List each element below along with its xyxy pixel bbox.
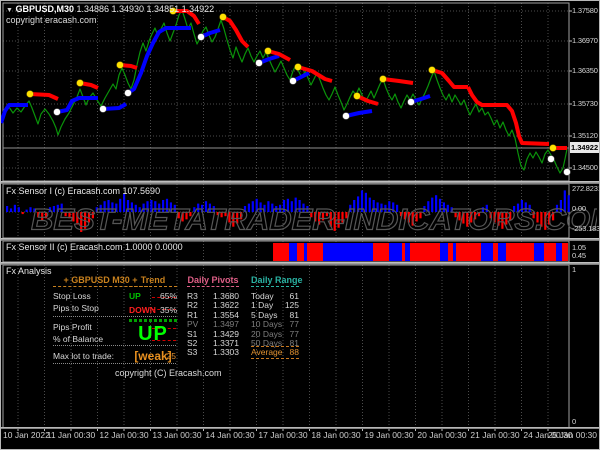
trend-strength-bar <box>129 319 177 322</box>
price-scale-label: 1.37580 <box>572 6 598 15</box>
trend-direction-big: UP <box>138 323 168 345</box>
time-axis-label: 25 Jan 00:30 <box>547 430 597 440</box>
ohlc-quotes: 1.34886 1.34930 1.34851 1.34922 <box>76 4 215 14</box>
time-axis-label: 19 Jan 00:30 <box>364 430 414 440</box>
time-axis-label: 21 Jan 00:30 <box>470 430 520 440</box>
sensor1-scale-label: -253.1837 <box>572 224 600 233</box>
time-axis-label: 10 Jan 2022 <box>3 430 50 440</box>
price-scale-label: 1.34500 <box>572 163 598 172</box>
symbol-period-label: GBPUSD,M30 <box>15 4 74 14</box>
trend-up-label: UP <box>129 291 141 301</box>
time-axis-label: 11 Jan 00:30 <box>46 430 96 440</box>
range-row: 10 Days 77 <box>251 319 299 329</box>
time-axis-border <box>1 427 599 429</box>
analysis-scale-top: 1 <box>572 265 576 274</box>
sensor1-scale-label: 272.8231 <box>572 184 600 193</box>
mt4-chart-window: ▼ GBPUSD,M30 1.34886 1.34930 1.34851 1.3… <box>0 0 600 450</box>
price-scale-label: 1.35120 <box>572 131 598 140</box>
time-axis-label: 14 Jan 00:30 <box>205 430 255 440</box>
range-row: 1 Day 125 <box>251 300 299 310</box>
price-scale-label: 1.36350 <box>572 66 598 75</box>
time-axis-label: 17 Jan 00:30 <box>258 430 308 440</box>
pivot-row: PV 1.3497 <box>187 319 239 329</box>
trend-header: Trend <box>129 275 177 287</box>
daily-range-header: Daily Range <box>251 275 303 287</box>
sensor2-label: Fx Sensor II (c) Eracash.com 1.0000 0.00… <box>6 242 183 252</box>
row-separator <box>53 363 176 364</box>
analysis-label: Fx Analysis <box>6 266 52 276</box>
time-axis-label: 20 Jan 00:30 <box>417 430 467 440</box>
current-price-badge: 1.34922 <box>570 142 599 153</box>
daily-pivots-header: Daily Pivots <box>187 275 239 287</box>
analysis-scale-bottom: 0 <box>572 417 576 426</box>
pane-splitter-1[interactable] <box>1 181 599 184</box>
price-scale-label: 1.36970 <box>572 36 598 45</box>
trend-down-label: DOWN <box>129 305 156 315</box>
chart-copyright: copyright eracash.com <box>6 15 97 25</box>
trend-down-row: DOWN 35% <box>129 306 177 315</box>
dropdown-arrow-icon[interactable]: ▼ <box>6 7 13 14</box>
sensor1-label: Fx Sensor I (c) Eracash.com 107.5690 <box>6 186 161 196</box>
time-axis-label: 12 Jan 00:30 <box>99 430 149 440</box>
sensor2-scale-mid: 0.45 <box>572 251 586 260</box>
row-separator <box>53 316 176 317</box>
pivot-row: R2 1.3622 <box>187 300 239 310</box>
chart-canvas[interactable] <box>1 1 600 450</box>
time-axis-label: 18 Jan 00:30 <box>311 430 361 440</box>
trend-up-row: UP 65% <box>129 292 177 301</box>
sensor1-scale-label: 0.00 <box>572 204 586 213</box>
trend-down-pct: 35% <box>159 305 177 315</box>
pane-splitter-2[interactable] <box>1 238 599 241</box>
price-scale-label: 1.35730 <box>572 99 598 108</box>
trend-up-pct: 65% <box>159 291 177 301</box>
time-axis-label: 13 Jan 00:30 <box>152 430 202 440</box>
trend-strength-label: [weak] <box>134 349 172 363</box>
range-row: Average 88 <box>251 346 299 359</box>
pivot-row: S3 1.3303 <box>187 347 239 357</box>
analysis-copyright: copyright (C) Eracash.com <box>115 368 222 378</box>
pane-splitter-3[interactable] <box>1 262 599 265</box>
